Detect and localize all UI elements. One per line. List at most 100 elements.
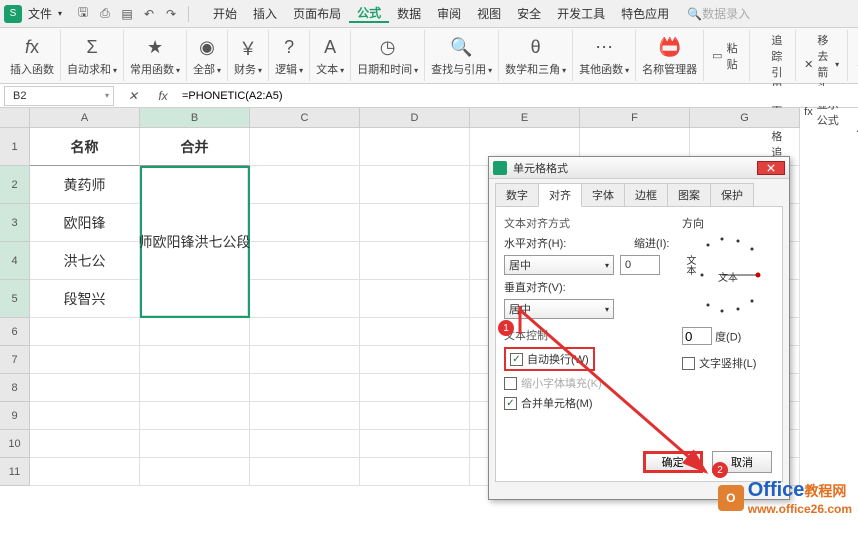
cell-b1[interactable]: 合并 <box>140 128 250 166</box>
rb-text[interactable]: A文本▾ <box>310 30 351 81</box>
dlg-tab-border[interactable]: 边框 <box>624 183 668 207</box>
cell-c2[interactable] <box>250 166 360 204</box>
tab-security[interactable]: 安全 <box>509 5 549 22</box>
rb-math[interactable]: θ数学和三角▾ <box>499 30 573 81</box>
dialog-close-button[interactable] <box>757 161 785 175</box>
row-header-8[interactable]: 8 <box>0 374 30 402</box>
merged-cell-content: 师欧阳锋洪七公段 <box>142 168 248 316</box>
dlg-tab-pattern[interactable]: 图案 <box>667 183 711 207</box>
rb-other[interactable]: ⋯其他函数▾ <box>573 30 636 81</box>
dlg-tab-align[interactable]: 对齐 <box>538 183 582 207</box>
search-box[interactable]: 🔍 数据录入 <box>687 5 750 22</box>
col-header-a[interactable]: A <box>30 108 140 128</box>
dlg-tab-protect[interactable]: 保护 <box>710 183 754 207</box>
rb-paste-group: ▭粘贴 <box>704 30 750 81</box>
preview-icon[interactable]: ▤ <box>119 6 135 22</box>
row-header-10[interactable]: 10 <box>0 430 30 458</box>
orientation-vtext: 文本 <box>682 255 697 275</box>
tab-data[interactable]: 数据 <box>389 5 429 22</box>
undo-icon[interactable]: ↶ <box>141 6 157 22</box>
row-header-4[interactable]: 4 <box>0 242 30 280</box>
tab-dev[interactable]: 开发工具 <box>549 5 613 22</box>
rb-name-manager[interactable]: 📛名称管理器 <box>636 30 704 81</box>
vertical-text-checkbox[interactable] <box>682 357 695 370</box>
money-icon: ￥ <box>239 35 257 61</box>
tab-layout[interactable]: 页面布局 <box>285 5 349 22</box>
file-menu[interactable]: 文件 <box>28 5 52 22</box>
cell-a3[interactable]: 欧阳锋 <box>30 204 140 242</box>
name-icon: 📛 <box>658 35 680 61</box>
tab-insert[interactable]: 插入 <box>245 5 285 22</box>
col-header-e[interactable]: E <box>470 108 580 128</box>
cell-c3[interactable] <box>250 204 360 242</box>
row-header-11[interactable]: 11 <box>0 458 30 486</box>
rb-autosum[interactable]: Σ自动求和▾ <box>61 30 124 81</box>
row-header-5[interactable]: 5 <box>0 280 30 318</box>
cell-d5[interactable] <box>360 280 470 318</box>
cancel-icon[interactable]: ✕ <box>122 86 144 106</box>
rb-finance[interactable]: ￥财务▾ <box>228 30 269 81</box>
formula-input[interactable] <box>178 86 858 106</box>
tab-home[interactable]: 开始 <box>205 5 245 22</box>
row-header-7[interactable]: 7 <box>0 346 30 374</box>
name-box[interactable]: B2 <box>4 86 114 106</box>
cell-c4[interactable] <box>250 242 360 280</box>
dlg-tab-font[interactable]: 字体 <box>581 183 625 207</box>
row-header-2[interactable]: 2 <box>0 166 30 204</box>
col-header-f[interactable]: F <box>580 108 690 128</box>
cell-c5[interactable] <box>250 280 360 318</box>
cell-a1[interactable]: 名称 <box>30 128 140 166</box>
redo-icon[interactable]: ↷ <box>163 6 179 22</box>
rb-lookup[interactable]: 🔍查找与引用▾ <box>425 30 499 81</box>
cell-a5[interactable]: 段智兴 <box>30 280 140 318</box>
cell-d2[interactable] <box>360 166 470 204</box>
cell-d4[interactable] <box>360 242 470 280</box>
rb-insert-fn[interactable]: fx插入函数 <box>4 30 61 81</box>
tab-review[interactable]: 审阅 <box>429 5 469 22</box>
cell-a2[interactable]: 黄药师 <box>30 166 140 204</box>
dlg-tab-number[interactable]: 数字 <box>495 183 539 207</box>
remove-arrow-icon: ✕ <box>804 57 813 71</box>
col-header-b[interactable]: B <box>140 108 250 128</box>
print-icon[interactable]: ⎙ <box>97 6 113 22</box>
select-all-corner[interactable] <box>0 108 30 128</box>
rb-datetime[interactable]: ◷日期和时间▾ <box>351 30 425 81</box>
degree-input[interactable] <box>682 327 712 345</box>
dialog-titlebar[interactable]: 单元格格式 <box>489 157 789 179</box>
rb-logic[interactable]: ?逻辑▾ <box>269 30 310 81</box>
cell-c1[interactable] <box>250 128 360 166</box>
cell-a4[interactable]: 洪七公 <box>30 242 140 280</box>
merge-checkbox[interactable] <box>504 397 517 410</box>
valign-select[interactable]: 居中 <box>504 299 614 319</box>
shrink-checkbox[interactable] <box>504 377 517 390</box>
indent-spinner[interactable]: 0 <box>620 255 660 275</box>
ok-button[interactable]: 确定 <box>643 451 703 473</box>
tab-view[interactable]: 视图 <box>469 5 509 22</box>
wrap-checkbox[interactable] <box>510 353 523 366</box>
file-menu-drop[interactable]: ▾ <box>58 9 62 18</box>
tab-special[interactable]: 特色应用 <box>613 5 677 22</box>
tab-formula[interactable]: 公式 <box>349 4 389 23</box>
orientation-dial[interactable]: 文本 文本 <box>682 235 762 315</box>
cell-d3[interactable] <box>360 204 470 242</box>
cell-d1[interactable] <box>360 128 470 166</box>
halign-select[interactable]: 居中 <box>504 255 614 275</box>
all-icon: ◉ <box>199 35 215 61</box>
fx-button[interactable]: fx <box>152 86 174 106</box>
row-header-3[interactable]: 3 <box>0 204 30 242</box>
rb-paste[interactable]: ▭粘贴 <box>712 40 741 72</box>
watermark: O Office教程网 www.office26.com <box>718 479 852 516</box>
row-header-1[interactable]: 1 <box>0 128 30 166</box>
sigma-icon: Σ <box>86 35 97 61</box>
col-header-g[interactable]: G <box>690 108 800 128</box>
wrap-label: 自动换行(W) <box>527 351 589 367</box>
rb-all[interactable]: ◉全部▾ <box>187 30 228 81</box>
title-bar: S 文件 ▾ 🖫 ⎙ ▤ ↶ ↷ 开始 插入 页面布局 公式 数据 审阅 视图 … <box>0 0 858 28</box>
row-header-6[interactable]: 6 <box>0 318 30 346</box>
dialog-tabs: 数字 对齐 字体 边框 图案 保护 <box>489 179 789 207</box>
col-header-c[interactable]: C <box>250 108 360 128</box>
rb-common[interactable]: ★常用函数▾ <box>124 30 187 81</box>
row-header-9[interactable]: 9 <box>0 402 30 430</box>
save-icon[interactable]: 🖫 <box>75 6 91 22</box>
col-header-d[interactable]: D <box>360 108 470 128</box>
